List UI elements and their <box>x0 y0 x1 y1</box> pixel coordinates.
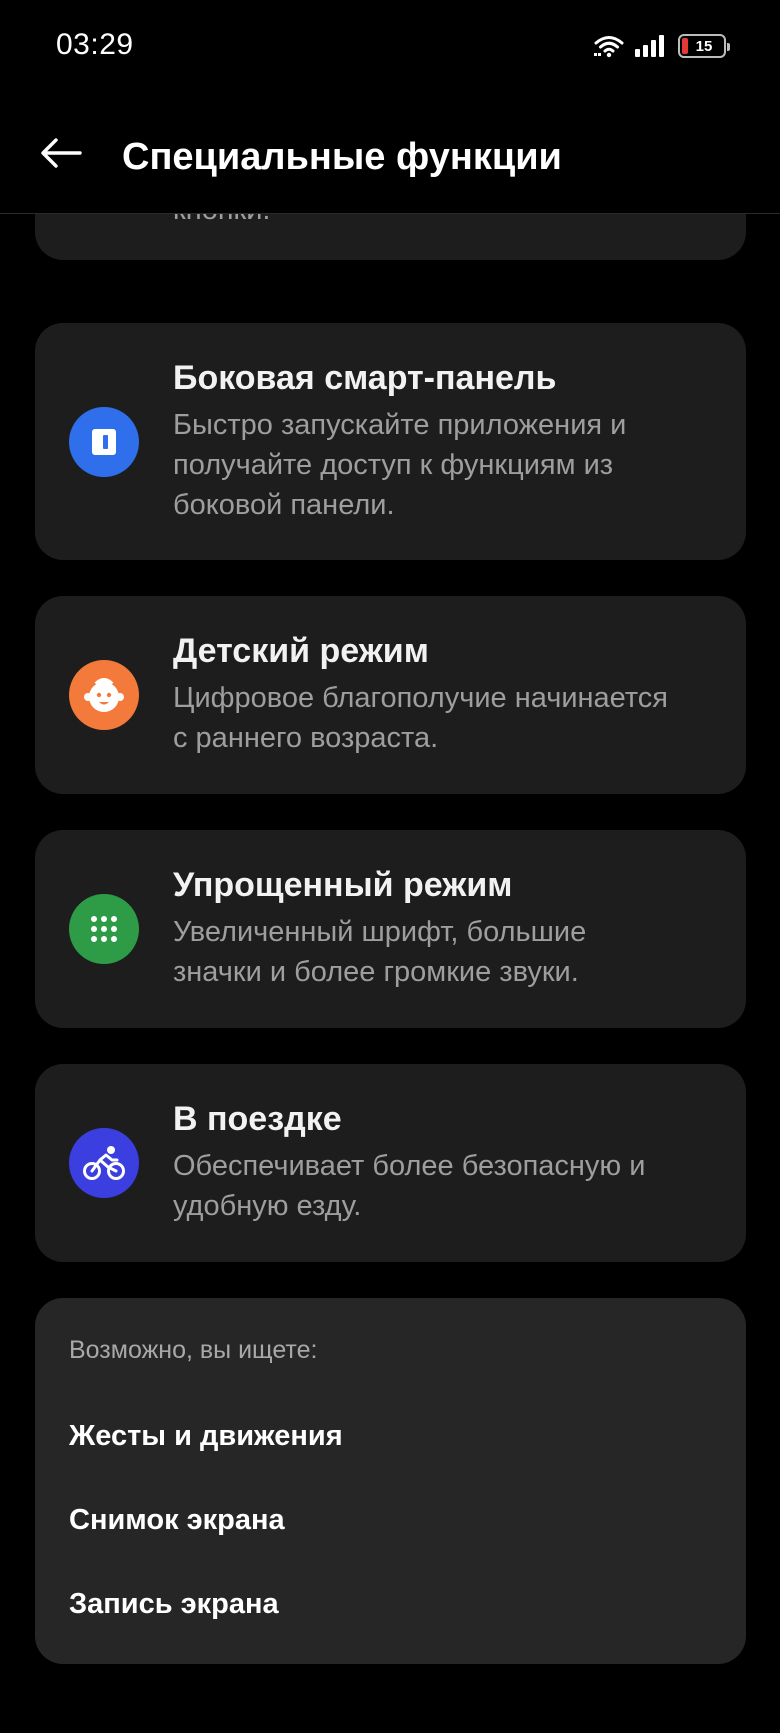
desc-line: удобную езду. <box>173 1190 362 1222</box>
settings-card-kids-mode[interactable]: Детский режим Цифровое благополучие начи… <box>35 596 746 794</box>
settings-list[interactable]: кнопки. Боковая смарт-панель Быстро запу… <box>0 214 780 1733</box>
card-description: Цифровое благополучие начинается с ранне… <box>173 678 706 758</box>
settings-card-riding-mode[interactable]: В поездке Обеспечивает более безопасную … <box>35 1064 746 1262</box>
signal-icon <box>634 34 668 58</box>
desc-line: с раннего возраста. <box>173 722 439 754</box>
status-bar: 03:29 15 <box>0 0 780 92</box>
screen: 03:29 15 Специальные функции Боковая сма… <box>0 0 780 1733</box>
suggestion-link-screenshot[interactable]: Снимок экрана <box>69 1504 285 1537</box>
page-title: Специальные функции <box>122 136 562 178</box>
card-text: Боковая смарт-панель Быстро запускайте п… <box>173 357 706 525</box>
status-icons: 15 <box>594 30 730 62</box>
desc-line: Быстро запускайте приложения и <box>173 409 627 441</box>
card-text: Детский режим Цифровое благополучие начи… <box>173 630 706 758</box>
card-description: Быстро запускайте приложения и получайте… <box>173 405 706 525</box>
status-time: 03:29 <box>56 28 134 61</box>
settings-card-smart-sidebar[interactable]: Боковая смарт-панель Быстро запускайте п… <box>35 323 746 560</box>
card-text: В поездке Обеспечивает более безопасную … <box>173 1098 706 1226</box>
desc-line: боковой панели. <box>173 489 395 521</box>
suggestion-link-screen-recording[interactable]: Запись экрана <box>69 1588 279 1621</box>
bicycle-icon <box>69 1128 139 1198</box>
battery-level: 15 <box>695 37 713 55</box>
card-title: Боковая смарт-панель <box>173 359 557 397</box>
desc-line: значки и более громкие звуки. <box>173 956 579 988</box>
grid-dots-icon <box>69 894 139 964</box>
settings-card-simple-mode[interactable]: Упрощенный режим Увеличенный шрифт, боль… <box>35 830 746 1028</box>
suggestion-link-gestures[interactable]: Жесты и движения <box>69 1420 343 1453</box>
desc-line: Увеличенный шрифт, большие <box>173 916 587 948</box>
card-title: Детский режим <box>173 632 429 670</box>
battery-icon: 15 <box>678 34 730 58</box>
sidebar-icon <box>69 407 139 477</box>
card-description: Обеспечивает более безопасную и удобную … <box>173 1146 706 1226</box>
card-title: Упрощенный режим <box>173 866 513 904</box>
desc-line: Обеспечивает более безопасную и <box>173 1150 646 1182</box>
child-face-icon <box>69 660 139 730</box>
app-bar: Специальные функции <box>0 92 780 214</box>
settings-card-partial[interactable]: кнопки. <box>35 214 746 260</box>
wifi-icon <box>594 34 624 58</box>
card-description: кнопки. <box>173 214 270 230</box>
back-button[interactable] <box>30 122 92 184</box>
card-title: В поездке <box>173 1100 342 1138</box>
suggestions-card: Возможно, вы ищете: Жесты и движения Сни… <box>35 1298 746 1664</box>
card-text: Упрощенный режим Увеличенный шрифт, боль… <box>173 864 706 992</box>
desc-line: получайте доступ к функциям из <box>173 449 614 481</box>
desc-line: Цифровое благополучие начинается <box>173 682 668 714</box>
suggestions-header: Возможно, вы ищете: <box>69 1336 318 1364</box>
arrow-left-icon <box>41 138 82 168</box>
card-description: Увеличенный шрифт, большие значки и боле… <box>173 912 706 992</box>
